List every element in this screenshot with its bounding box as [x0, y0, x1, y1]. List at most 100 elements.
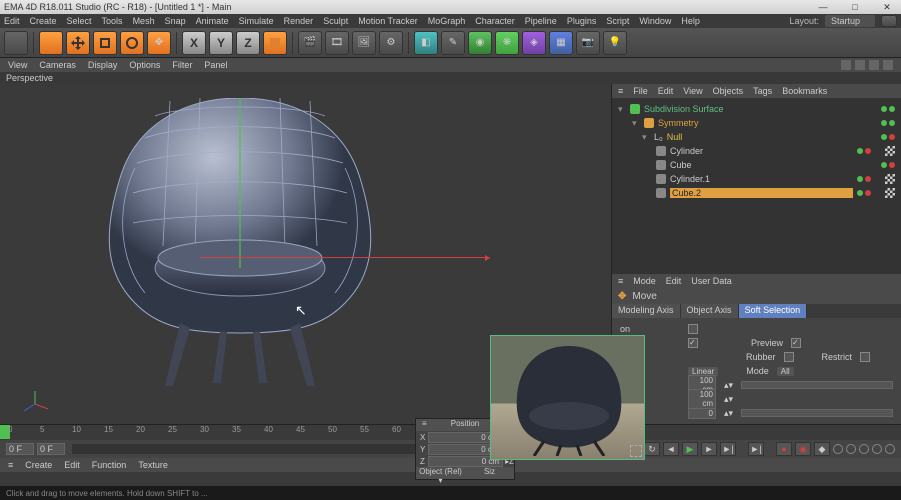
keyframe-button[interactable]: ◆	[814, 442, 830, 456]
z-axis-toggle[interactable]: Z	[236, 31, 260, 55]
array-button[interactable]: ❋	[495, 31, 519, 55]
menu-pipeline[interactable]: Pipeline	[525, 16, 557, 26]
preview-chk2[interactable]	[791, 338, 801, 348]
menu-mograph[interactable]: MoGraph	[428, 16, 466, 26]
next-key-button[interactable]: ►|	[720, 442, 736, 456]
menu-create[interactable]: Create	[30, 16, 57, 26]
rec-scale-toggle[interactable]	[846, 444, 856, 454]
view-nav-icon[interactable]	[869, 60, 879, 70]
obj-menu-file[interactable]: File	[633, 86, 648, 96]
resize-handle-icon[interactable]	[630, 445, 642, 457]
menu-edit[interactable]: Edit	[4, 16, 20, 26]
subdivision-button[interactable]: ◉	[468, 31, 492, 55]
view-nav-icon[interactable]	[841, 60, 851, 70]
on-checkbox[interactable]	[688, 324, 698, 334]
menu-plugins[interactable]: Plugins	[567, 16, 597, 26]
reference-image[interactable]	[490, 335, 645, 460]
radius-field-2[interactable]: 100 cm	[688, 389, 716, 409]
cameras-menu[interactable]: Cameras	[39, 60, 76, 70]
coord-system-button[interactable]	[263, 31, 287, 55]
object-tree[interactable]: ▾Subdivision Surface ▾Symmetry ▾L₀Null C…	[612, 98, 901, 198]
frame-current[interactable]: 0 F	[37, 443, 65, 455]
tree-symmetry[interactable]: Symmetry	[658, 118, 877, 128]
value-slider[interactable]	[741, 409, 893, 417]
tree-cube[interactable]: Cube	[670, 160, 877, 170]
light-button[interactable]: 💡	[603, 31, 627, 55]
tab-object-axis[interactable]: Object Axis	[681, 304, 739, 318]
attr-menu-mode[interactable]: Mode	[633, 276, 656, 286]
tree-null[interactable]: Null	[667, 132, 877, 142]
tag-icon[interactable]	[885, 174, 895, 184]
frame-start[interactable]: 0 F	[6, 443, 34, 455]
mat-menu-create[interactable]: Create	[25, 460, 52, 470]
radius-slider[interactable]	[741, 381, 893, 389]
menu-mesh[interactable]: Mesh	[133, 16, 155, 26]
obj-menu-objects[interactable]: Objects	[713, 86, 744, 96]
filter-menu[interactable]: Filter	[172, 60, 192, 70]
mode-dropdown[interactable]: All	[777, 367, 794, 376]
rotate-tool-button[interactable]	[120, 31, 144, 55]
value-field[interactable]: 0	[688, 408, 716, 419]
deformer-button[interactable]: ◈	[522, 31, 546, 55]
x-axis-toggle[interactable]: X	[182, 31, 206, 55]
menu-sculpt[interactable]: Sculpt	[323, 16, 348, 26]
obj-menu-edit[interactable]: Edit	[658, 86, 674, 96]
tag-icon[interactable]	[885, 188, 895, 198]
environment-button[interactable]: ▦	[549, 31, 573, 55]
minimize-button[interactable]: —	[813, 2, 833, 13]
view-nav-icon[interactable]	[883, 60, 893, 70]
cube-primitive-button[interactable]: ◧	[414, 31, 438, 55]
view-nav-icon[interactable]	[855, 60, 865, 70]
menu-tools[interactable]: Tools	[102, 16, 123, 26]
tree-cylinder[interactable]: Cylinder	[670, 146, 853, 156]
tree-cylinder1[interactable]: Cylinder.1	[670, 174, 853, 184]
render-settings-button[interactable]: 🎞	[325, 31, 349, 55]
y-axis-toggle[interactable]: Y	[209, 31, 233, 55]
coord-mode-dropdown[interactable]: Object (Rel) ▾	[416, 467, 465, 479]
tree-subdiv[interactable]: Subdivision Surface	[644, 104, 877, 114]
layout-icon[interactable]	[881, 15, 897, 27]
menu-simulate[interactable]: Simulate	[239, 16, 274, 26]
record-button[interactable]: ●	[776, 442, 792, 456]
rec-rot-toggle[interactable]	[859, 444, 869, 454]
layout-dropdown[interactable]: Startup	[825, 15, 875, 27]
combined-tool-button[interactable]: ✥	[147, 31, 171, 55]
menu-motion-tracker[interactable]: Motion Tracker	[358, 16, 418, 26]
restrict-checkbox[interactable]	[860, 352, 870, 362]
undo-button[interactable]	[4, 31, 28, 55]
render-queue-button[interactable]: ⚙	[379, 31, 403, 55]
rec-pos-toggle[interactable]	[833, 444, 843, 454]
view-menu[interactable]: View	[8, 60, 27, 70]
obj-menu-bookmarks[interactable]: Bookmarks	[782, 86, 827, 96]
menu-select[interactable]: Select	[67, 16, 92, 26]
panel-menu[interactable]: Panel	[204, 60, 227, 70]
menu-window[interactable]: Window	[639, 16, 671, 26]
menu-character[interactable]: Character	[475, 16, 515, 26]
tag-icon[interactable]	[885, 146, 895, 156]
maximize-button[interactable]: □	[845, 2, 865, 13]
coord-size-dropdown[interactable]: Siz	[465, 467, 514, 479]
menu-animate[interactable]: Animate	[196, 16, 229, 26]
goto-end-button[interactable]: ►|	[748, 442, 764, 456]
prev-key-button[interactable]: ↻	[644, 442, 660, 456]
mat-menu-edit[interactable]: Edit	[64, 460, 80, 470]
tab-modeling-axis[interactable]: Modeling Axis	[612, 304, 681, 318]
pen-tool-button[interactable]: ✎	[441, 31, 465, 55]
mat-menu-function[interactable]: Function	[92, 460, 127, 470]
prev-frame-button[interactable]: ◄	[663, 442, 679, 456]
attr-menu-edit[interactable]: Edit	[666, 276, 682, 286]
autokey-button[interactable]: ◉	[795, 442, 811, 456]
render-view-button[interactable]: 🎬	[298, 31, 322, 55]
attr-menu-userdata[interactable]: User Data	[691, 276, 732, 286]
picture-viewer-button[interactable]: 🖼	[352, 31, 376, 55]
rec-param-toggle[interactable]	[872, 444, 882, 454]
menu-script[interactable]: Script	[606, 16, 629, 26]
menu-render[interactable]: Render	[284, 16, 314, 26]
move-tool-button[interactable]	[66, 31, 90, 55]
tree-cube2[interactable]: Cube.2	[670, 188, 853, 198]
live-select-button[interactable]	[39, 31, 63, 55]
camera-button[interactable]: 📷	[576, 31, 600, 55]
close-button[interactable]: ✕	[877, 2, 897, 13]
display-menu[interactable]: Display	[88, 60, 118, 70]
obj-menu-tags[interactable]: Tags	[753, 86, 772, 96]
